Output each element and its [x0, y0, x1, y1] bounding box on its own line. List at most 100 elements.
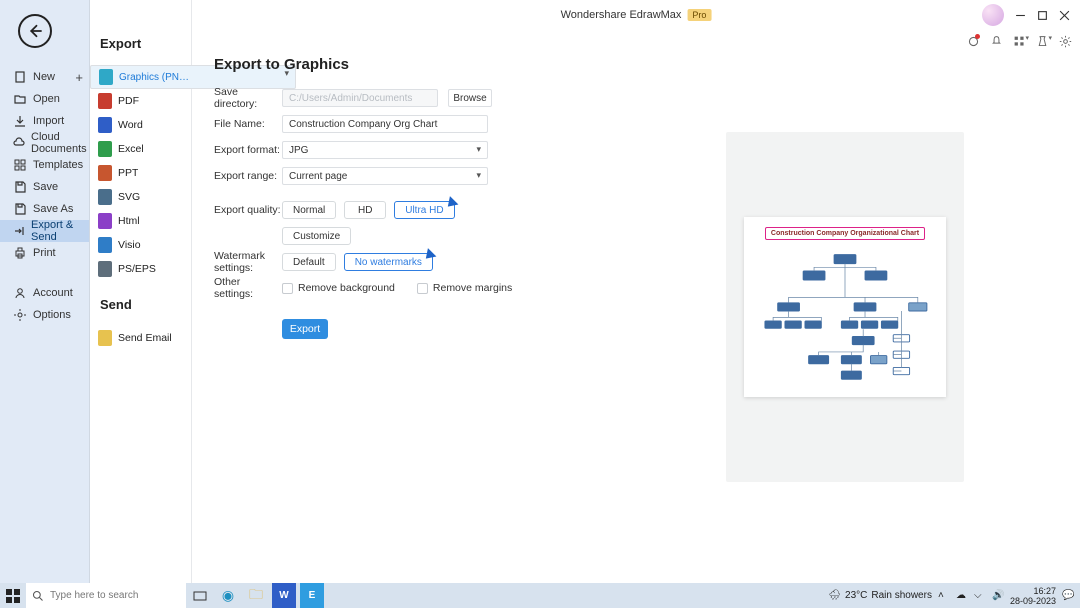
- save-icon: [13, 180, 27, 194]
- taskbar-edrawmax-icon[interactable]: E: [300, 583, 324, 608]
- format-excel[interactable]: Excel: [90, 137, 191, 161]
- new-icon: [13, 70, 27, 84]
- back-button[interactable]: [18, 14, 52, 48]
- export-send-icon: [13, 224, 25, 238]
- mail-icon: [98, 330, 112, 346]
- quality-ultra[interactable]: Ultra HD: [394, 201, 454, 219]
- preview-pane: Construction Company Organizational Char…: [726, 132, 964, 482]
- sidebar-item-import[interactable]: Import: [0, 110, 89, 132]
- quality-label: Export quality:: [214, 204, 282, 216]
- remove-margins-check[interactable]: Remove margins: [417, 282, 512, 294]
- options-icon: [13, 308, 27, 322]
- chart-title: Construction Company Organizational Char…: [765, 227, 925, 240]
- windows-taskbar: Type here to search ◉ 🗀 W E 🌧 23°C Rain …: [0, 583, 1080, 608]
- format-ps[interactable]: PS/EPS: [90, 257, 191, 281]
- theme-icon[interactable]: ▾: [1035, 34, 1049, 48]
- format-html[interactable]: Html: [90, 209, 191, 233]
- watermark-label: Watermark settings:: [214, 250, 282, 274]
- pdf-icon: [98, 93, 112, 109]
- taskbar-search[interactable]: Type here to search: [26, 583, 186, 608]
- format-select[interactable]: JPG: [282, 141, 488, 159]
- sidebar-item-export-send[interactable]: Export & Send: [0, 220, 89, 242]
- tray-volume-icon[interactable]: 🔊: [992, 590, 1004, 602]
- sidebar-item-save-as[interactable]: Save As: [0, 198, 89, 220]
- format-label: Export format:: [214, 144, 282, 156]
- import-icon: [13, 114, 27, 128]
- customize-button[interactable]: Customize: [282, 227, 351, 245]
- start-button[interactable]: [0, 583, 26, 608]
- taskbar-word-icon[interactable]: W: [272, 583, 296, 608]
- sidebar-item-templates[interactable]: Templates: [0, 154, 89, 176]
- sidebar-item-cloud-documents[interactable]: Cloud Documents: [0, 132, 89, 154]
- watermark-none[interactable]: No watermarks: [344, 253, 433, 271]
- format-mail[interactable]: Send Email: [90, 326, 191, 350]
- left-sidebar: New+OpenImportCloud DocumentsTemplatesSa…: [0, 0, 90, 583]
- ppt-icon: [98, 165, 112, 181]
- maximize-button[interactable]: [1036, 9, 1048, 21]
- quality-hd[interactable]: HD: [344, 201, 386, 219]
- settings-icon[interactable]: [1058, 34, 1072, 48]
- close-button[interactable]: [1058, 9, 1070, 21]
- quality-normal[interactable]: Normal: [282, 201, 336, 219]
- weather-icon: 🌧: [828, 590, 841, 601]
- range-label: Export range:: [214, 170, 282, 182]
- tray-onedrive-icon[interactable]: ☁: [956, 590, 968, 602]
- preview-sheet: Construction Company Organizational Char…: [744, 217, 946, 397]
- toolbar-icons: ▾ ▾: [966, 34, 1072, 48]
- watermark-default[interactable]: Default: [282, 253, 336, 271]
- format-word[interactable]: Word: [90, 113, 191, 137]
- open-icon: [13, 92, 27, 106]
- visio-icon: [98, 237, 112, 253]
- sidebar-item-save[interactable]: Save: [0, 176, 89, 198]
- notification-icon[interactable]: [989, 34, 1003, 48]
- ps-icon: [98, 261, 112, 277]
- sidebar-item-open[interactable]: Open: [0, 88, 89, 110]
- format-visio[interactable]: Visio: [90, 233, 191, 257]
- sidebar-item-print[interactable]: Print: [0, 242, 89, 264]
- sidebar-item-new[interactable]: New+: [0, 66, 89, 88]
- sidebar-item-options[interactable]: Options: [0, 304, 89, 326]
- main-panel: Export to Graphics Save directory: C:/Us…: [192, 50, 1080, 583]
- app-title: Wondershare EdrawMax: [561, 9, 682, 21]
- html-icon: [98, 213, 112, 229]
- task-view-icon[interactable]: [188, 583, 212, 608]
- export-button[interactable]: Export: [282, 319, 328, 339]
- tray-chevron-icon[interactable]: ˄: [938, 590, 950, 602]
- pro-badge: Pro: [687, 9, 711, 21]
- taskbar-clock[interactable]: 16:27 28-09-2023: [1010, 586, 1056, 606]
- weather-widget[interactable]: 🌧 23°C Rain showers: [828, 590, 932, 601]
- range-select[interactable]: Current page: [282, 167, 488, 185]
- tray-notifications-icon[interactable]: 💬: [1062, 590, 1074, 602]
- cloud-sync-icon[interactable]: [966, 34, 980, 48]
- file-name-label: File Name:: [214, 118, 282, 130]
- word-icon: [98, 117, 112, 133]
- taskbar-edge-icon[interactable]: ◉: [216, 583, 240, 608]
- browse-button[interactable]: Browse: [448, 89, 492, 107]
- save-dir-input[interactable]: C:/Users/Admin/Documents: [282, 89, 438, 107]
- format-pdf[interactable]: PDF: [90, 89, 191, 113]
- checkbox-icon: [417, 283, 428, 294]
- format-svg[interactable]: SVG: [90, 185, 191, 209]
- panel-title: Export to Graphics: [214, 56, 1080, 73]
- tray-network-icon[interactable]: ⌵: [974, 590, 986, 602]
- save-dir-label: Save directory:: [214, 86, 282, 110]
- print-icon: [13, 246, 27, 260]
- taskbar-explorer-icon[interactable]: 🗀: [244, 583, 268, 608]
- save-as-icon: [13, 202, 27, 216]
- other-label: Other settings:: [214, 276, 282, 300]
- gfx-icon: [99, 69, 113, 85]
- minimize-button[interactable]: [1014, 9, 1026, 21]
- search-icon: [32, 590, 44, 602]
- templates-icon: [13, 158, 27, 172]
- title-bar: Wondershare EdrawMax Pro: [192, 0, 1080, 30]
- cloud-documents-icon: [13, 136, 25, 150]
- apps-icon[interactable]: ▾: [1012, 34, 1026, 48]
- sidebar-item-account[interactable]: Account: [0, 282, 89, 304]
- send-header: Send: [100, 297, 191, 312]
- user-avatar[interactable]: [982, 4, 1004, 26]
- file-name-input[interactable]: Construction Company Org Chart: [282, 115, 488, 133]
- format-ppt[interactable]: PPT: [90, 161, 191, 185]
- account-icon: [13, 286, 27, 300]
- remove-background-check[interactable]: Remove background: [282, 282, 395, 294]
- plus-icon: +: [75, 70, 83, 85]
